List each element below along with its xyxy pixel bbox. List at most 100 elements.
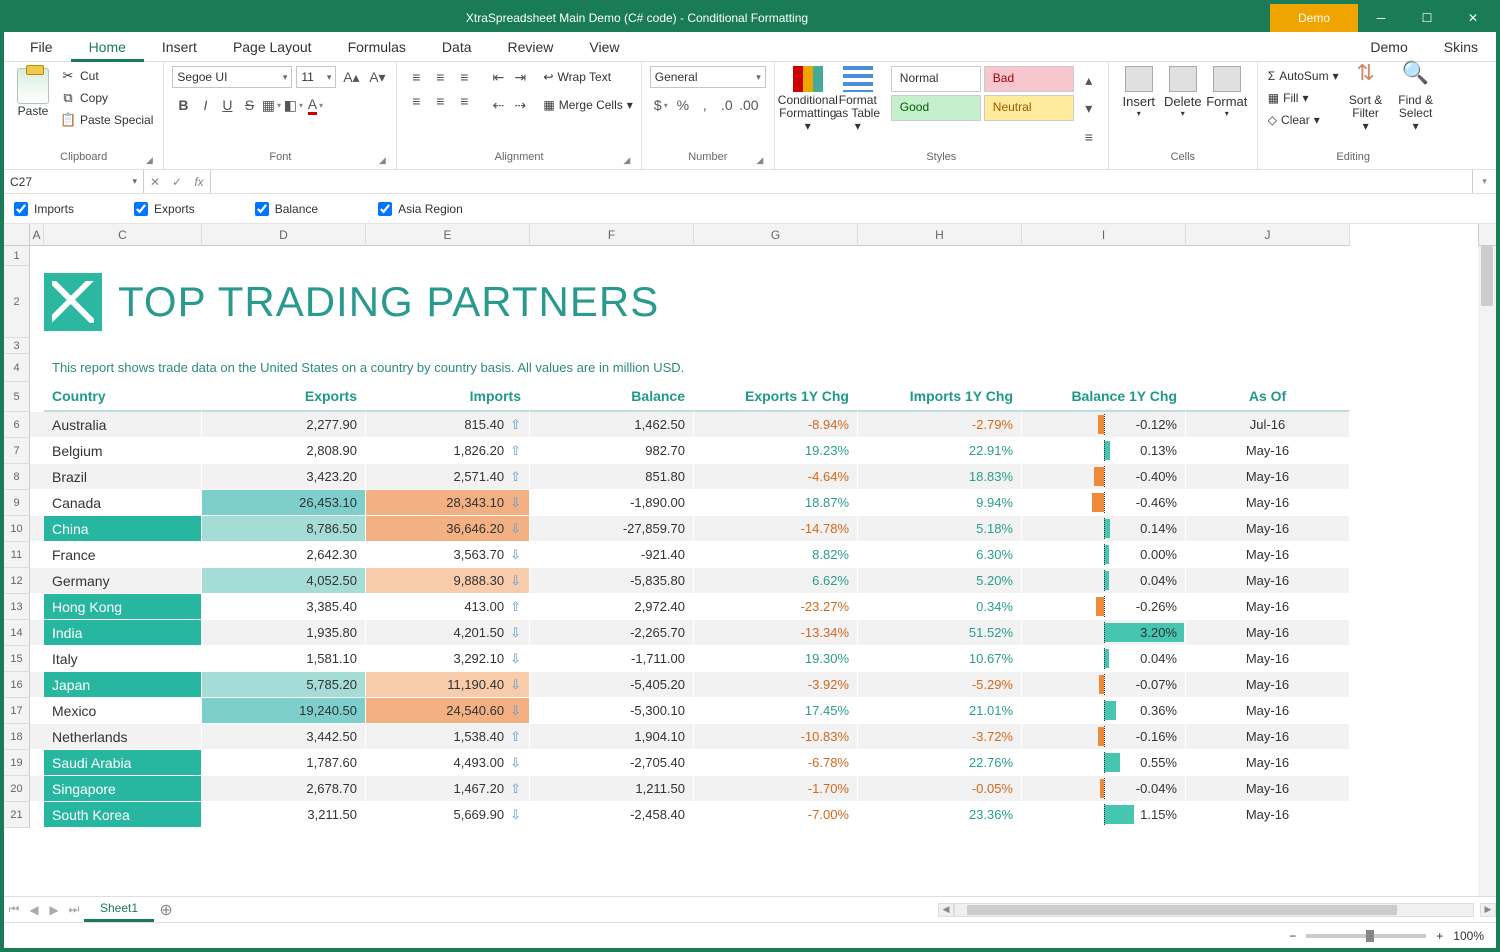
tab-formulas[interactable]: Formulas <box>330 32 424 61</box>
delete-cells-button[interactable]: Delete▾ <box>1161 66 1205 151</box>
copy-button[interactable]: ⧉Copy <box>58 88 155 108</box>
close-button[interactable]: ✕ <box>1450 4 1496 32</box>
asia-region-checkbox[interactable]: Asia Region <box>378 202 463 216</box>
delete-icon <box>1169 66 1197 92</box>
align-left-icon[interactable]: ≡ <box>405 90 427 112</box>
autosum-button[interactable]: ΣAutoSum ▾ <box>1266 66 1341 86</box>
decrease-indent-icon[interactable]: ⇤ <box>487 66 509 88</box>
horizontal-scrollbar[interactable] <box>954 903 1474 917</box>
name-box[interactable]: C27▾ <box>4 170 144 193</box>
style-scroll-up-icon[interactable]: ▴ <box>1078 69 1100 91</box>
number-format-combo[interactable]: General▾ <box>650 66 766 88</box>
align-center-icon[interactable]: ≡ <box>429 90 451 112</box>
hscroll-right-icon[interactable]: ▶ <box>1480 903 1496 917</box>
align-top-left-icon[interactable]: ≡ <box>405 66 427 88</box>
percent-icon[interactable]: % <box>672 94 694 116</box>
borders-button[interactable]: ▦ <box>260 94 282 116</box>
increase-decimal-icon[interactable]: .0 <box>716 94 738 116</box>
align-right-icon[interactable]: ≡ <box>453 90 475 112</box>
tab-demo[interactable]: Demo <box>1352 32 1425 61</box>
tab-view[interactable]: View <box>571 32 637 61</box>
clipboard-launcher-icon[interactable]: ◢ <box>143 155 155 167</box>
wrap-text-icon: ↩ <box>543 70 553 84</box>
font-size-combo[interactable]: 11▾ <box>296 66 336 88</box>
conditional-formatting-button[interactable]: Conditional Formatting ▾ <box>783 66 833 151</box>
shrink-font-icon[interactable]: A▾ <box>366 66 388 88</box>
style-gallery-more-icon[interactable]: ≡ <box>1078 126 1100 148</box>
merge-cells-button[interactable]: ▦Merge Cells ▾ <box>543 94 632 116</box>
app-title: XtraSpreadsheet Main Demo (C# code) - Co… <box>4 11 1270 25</box>
exports-checkbox[interactable]: Exports <box>134 202 195 216</box>
fx-icon[interactable]: fx <box>188 175 210 189</box>
align-top-right-icon[interactable]: ≡ <box>453 66 475 88</box>
style-neutral[interactable]: Neutral <box>984 95 1074 121</box>
cut-button[interactable]: ✂Cut <box>58 66 155 86</box>
enter-formula-icon[interactable]: ✓ <box>166 175 188 189</box>
font-color-button[interactable]: A <box>304 94 326 116</box>
wrap-text-button[interactable]: ↩Wrap Text <box>543 66 632 88</box>
ribbon-tabs: File Home Insert Page Layout Formulas Da… <box>4 32 1496 62</box>
tab-review[interactable]: Review <box>490 32 572 61</box>
indent-left-icon[interactable]: ⇠ <box>487 94 509 116</box>
indent-right-icon[interactable]: ⇢ <box>509 94 531 116</box>
minimize-button[interactable]: ─ <box>1358 4 1404 32</box>
zoom-slider[interactable] <box>1306 934 1426 938</box>
paste-button[interactable]: Paste <box>18 104 49 118</box>
next-tab-icon[interactable]: ▶ <box>44 903 64 917</box>
last-tab-icon[interactable]: ⏭ <box>64 902 84 917</box>
vertical-scrollbar[interactable] <box>1478 246 1496 896</box>
hscroll-left-icon[interactable]: ◀ <box>938 903 954 917</box>
formula-expand-icon[interactable]: ▾ <box>1472 170 1496 193</box>
alignment-launcher-icon[interactable]: ◢ <box>621 155 633 167</box>
paste-special-button[interactable]: 📋Paste Special <box>58 110 155 130</box>
increase-indent-icon[interactable]: ⇥ <box>509 66 531 88</box>
comma-icon[interactable]: , <box>694 94 716 116</box>
style-bad[interactable]: Bad <box>984 66 1074 92</box>
underline-button[interactable]: U <box>216 94 238 116</box>
tab-file[interactable]: File <box>12 32 71 61</box>
bold-button[interactable]: B <box>172 94 194 116</box>
first-tab-icon[interactable]: ⏮ <box>4 902 24 917</box>
spreadsheet-grid[interactable]: ACDEFGHIJ12TOP TRADING PARTNERS34This re… <box>4 224 1496 896</box>
demo-button[interactable]: Demo <box>1270 4 1358 32</box>
paste-icon[interactable] <box>17 68 49 104</box>
copy-icon: ⧉ <box>60 90 76 106</box>
clear-button[interactable]: ◇Clear ▾ <box>1266 110 1341 130</box>
zoom-level[interactable]: 100% <box>1453 929 1484 943</box>
style-normal[interactable]: Normal <box>891 66 981 92</box>
tab-insert[interactable]: Insert <box>144 32 215 61</box>
imports-checkbox[interactable]: Imports <box>14 202 74 216</box>
prev-tab-icon[interactable]: ◀ <box>24 903 44 917</box>
font-name-combo[interactable]: Segoe UI▾ <box>172 66 292 88</box>
sort-filter-button[interactable]: ⇅ Sort & Filter ▾ <box>1341 66 1391 151</box>
add-sheet-button[interactable]: ⊕ <box>154 900 178 920</box>
strike-button[interactable]: S <box>238 94 260 116</box>
format-cells-button[interactable]: Format▾ <box>1205 66 1249 151</box>
zoom-in-button[interactable]: + <box>1436 929 1443 943</box>
decrease-decimal-icon[interactable]: .00 <box>738 94 760 116</box>
insert-cells-button[interactable]: Insert▾ <box>1117 66 1161 151</box>
sheet-tab-1[interactable]: Sheet1 <box>84 897 154 922</box>
italic-button[interactable]: I <box>194 94 216 116</box>
style-good[interactable]: Good <box>891 95 981 121</box>
tab-home[interactable]: Home <box>71 32 144 62</box>
cancel-formula-icon[interactable]: ✕ <box>144 175 166 189</box>
grow-font-icon[interactable]: A▴ <box>340 66 362 88</box>
fill-button[interactable]: ▦Fill ▾ <box>1266 88 1341 108</box>
style-scroll-down-icon[interactable]: ▾ <box>1078 97 1100 119</box>
tab-skins[interactable]: Skins <box>1426 32 1496 61</box>
font-launcher-icon[interactable]: ◢ <box>376 155 388 167</box>
zoom-out-button[interactable]: − <box>1289 929 1296 943</box>
find-select-button[interactable]: 🔍 Find & Select ▾ <box>1391 66 1441 151</box>
currency-icon[interactable]: $ <box>650 94 672 116</box>
balance-checkbox[interactable]: Balance <box>255 202 318 216</box>
number-launcher-icon[interactable]: ◢ <box>754 155 766 167</box>
maximize-button[interactable]: ☐ <box>1404 4 1450 32</box>
fill-color-button[interactable]: ◧ <box>282 94 304 116</box>
formula-input[interactable] <box>211 170 1472 193</box>
tab-pagelayout[interactable]: Page Layout <box>215 32 330 61</box>
tab-data[interactable]: Data <box>424 32 490 61</box>
status-bar: − + 100% <box>4 922 1496 948</box>
align-top-center-icon[interactable]: ≡ <box>429 66 451 88</box>
format-as-table-button[interactable]: Format as Table ▾ <box>833 66 883 151</box>
